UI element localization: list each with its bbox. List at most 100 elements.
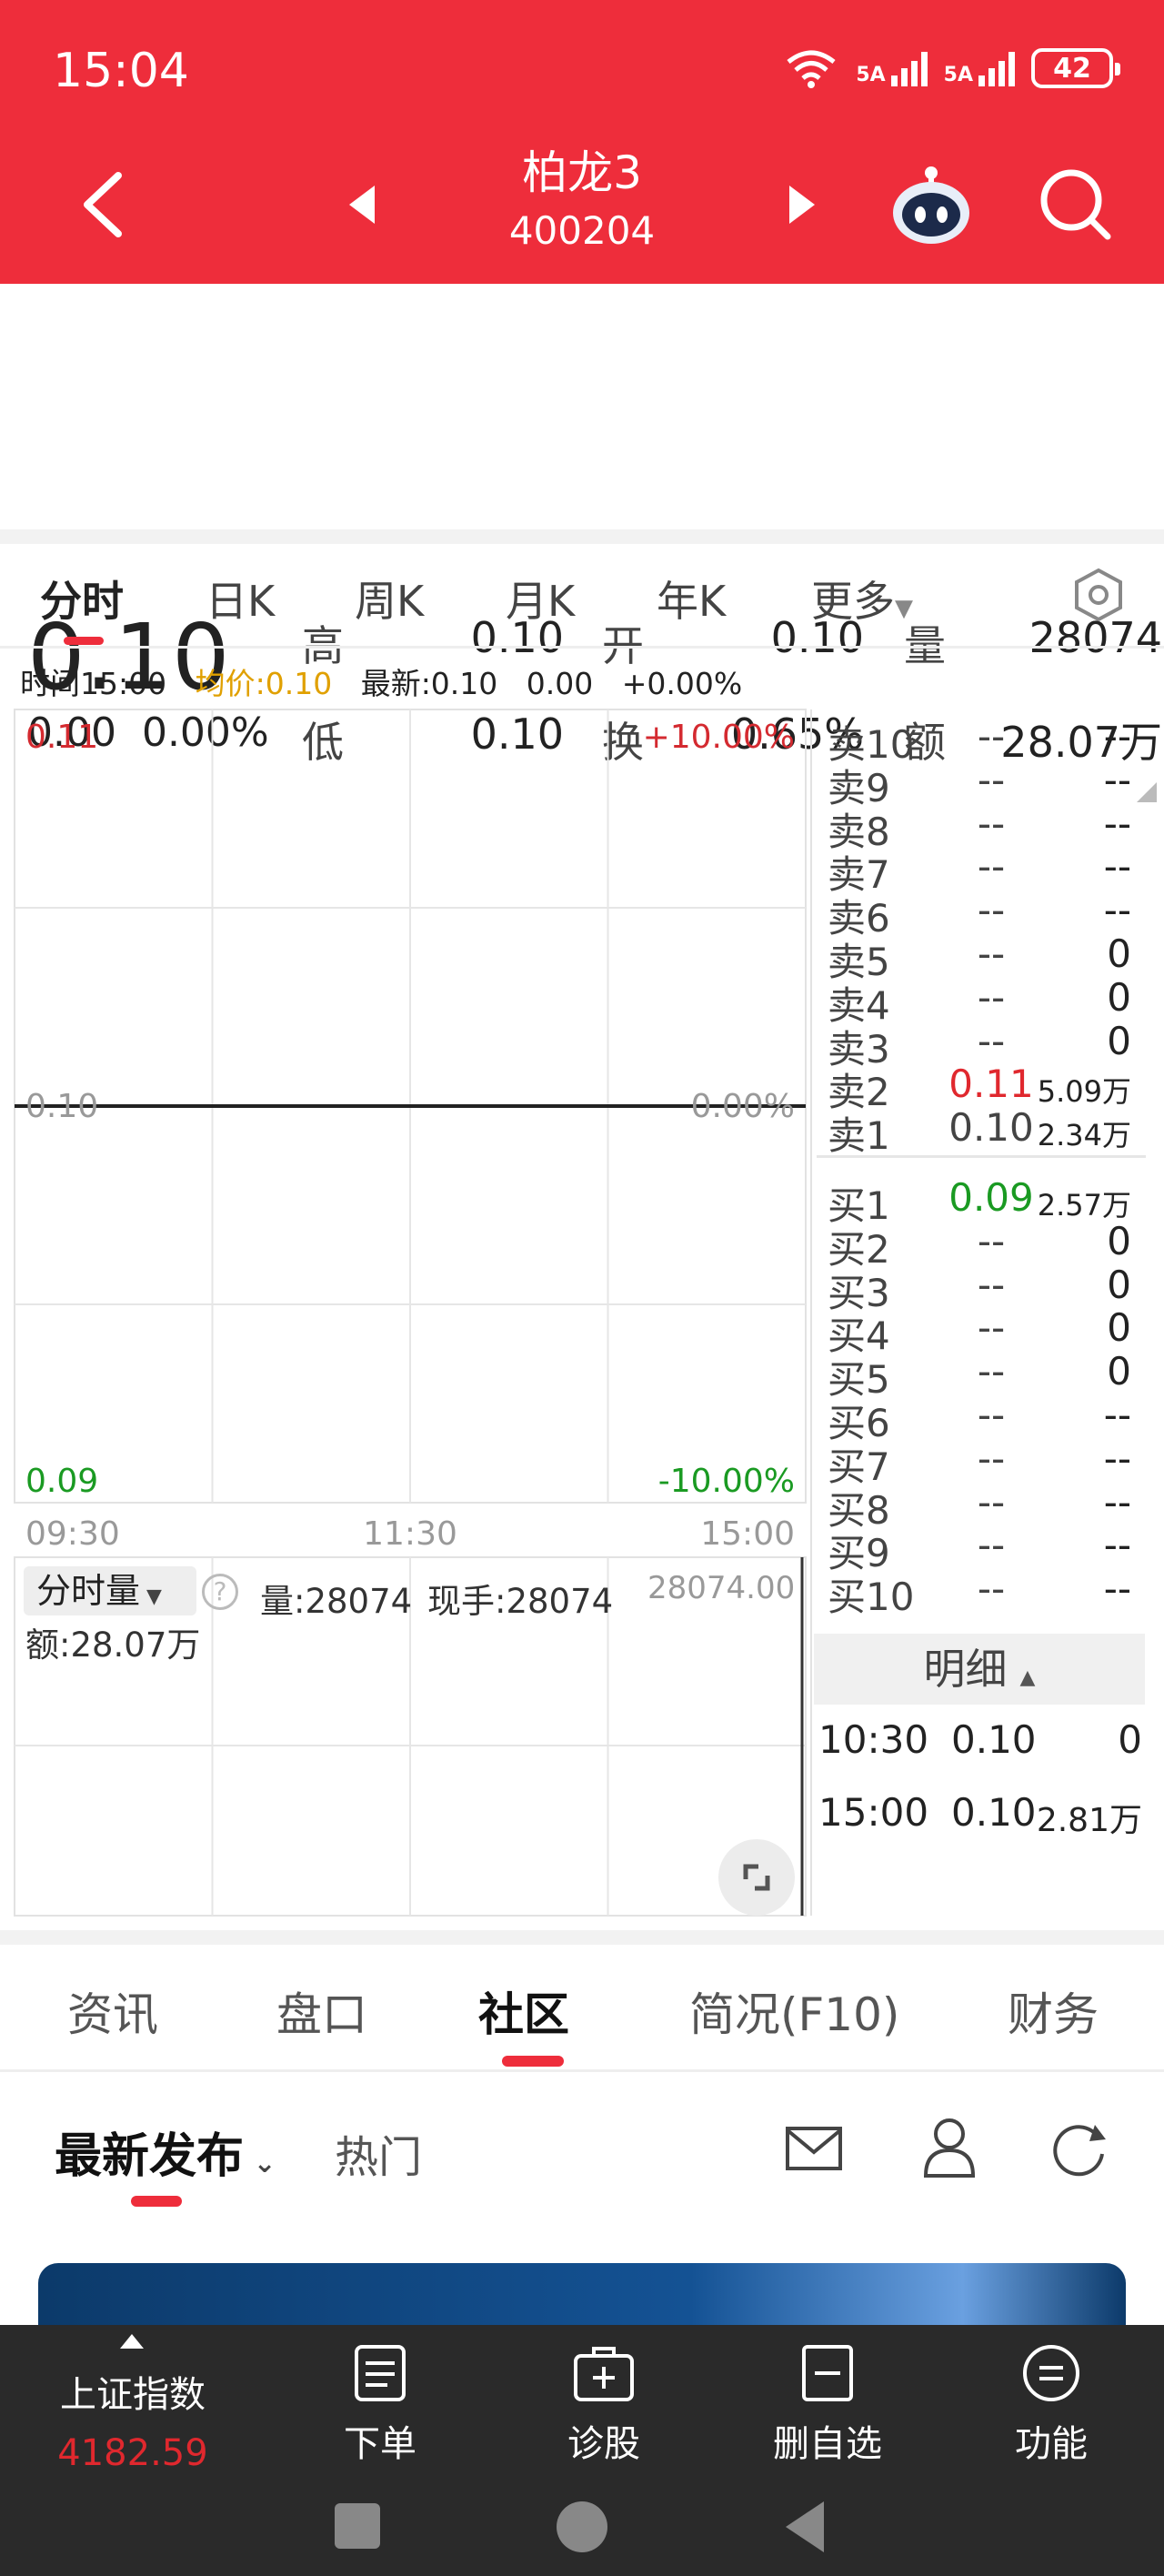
divider	[0, 1930, 1164, 1945]
order-price: --	[977, 1262, 1006, 1307]
active-subtab-indicator	[131, 2196, 182, 2207]
detail-price: 0.10	[951, 1717, 1037, 1762]
buy-order-row: 买9 -- --	[828, 1523, 1137, 1575]
recent-apps-button[interactable]	[335, 2503, 380, 2549]
order-volume: --	[1103, 757, 1131, 802]
order-level-label: 卖1	[828, 1113, 890, 1159]
volume-max-label: 28074.00	[647, 1570, 796, 1606]
tab-finance[interactable]: 财务	[1008, 1978, 1099, 2044]
fullscreen-button[interactable]	[718, 1839, 795, 1916]
order-price: --	[977, 1218, 1006, 1263]
index-name[interactable]: 上证指数	[42, 2365, 224, 2418]
order-volume: --	[1103, 800, 1131, 846]
divider	[0, 529, 1164, 544]
order-price: --	[977, 1435, 1006, 1481]
hot-posts-tab[interactable]: 热门	[335, 2121, 422, 2185]
order-button[interactable]: 下单	[289, 2343, 471, 2467]
buy-order-row: 买1 0.09 2.57万	[828, 1175, 1137, 1228]
order-volume: 0	[1107, 931, 1131, 976]
order-price: --	[977, 714, 1006, 759]
order-price: 0.10	[948, 1105, 1034, 1151]
sell-order-row: 卖1 0.10 2.34万	[828, 1105, 1137, 1158]
order-price: --	[977, 800, 1006, 846]
stock-code: 400204	[508, 208, 656, 253]
buy-order-row: 买4 -- 0	[828, 1305, 1137, 1358]
settings-hex-icon[interactable]	[1071, 568, 1126, 622]
sell-order-row: 卖3 -- 0	[828, 1018, 1137, 1072]
search-icon[interactable]	[1037, 166, 1113, 242]
buy-order-row: 买10 -- --	[828, 1566, 1137, 1619]
status-icons: 5A 5A 42	[783, 47, 1120, 89]
sell-order-row: 卖8 -- --	[828, 800, 1137, 854]
remove-watchlist-button[interactable]: 删自选	[737, 2343, 918, 2467]
order-book-divider	[817, 1155, 1146, 1158]
order-price: --	[977, 1349, 1006, 1394]
order-level-label: 买10	[828, 1575, 915, 1620]
volume-indicator-select[interactable]: 分时量 ▼	[24, 1566, 196, 1615]
amount-text: 额:28.07万	[25, 1625, 201, 1665]
volume-text: 量:28074	[260, 1582, 413, 1621]
tab-news[interactable]: 资讯	[67, 1978, 158, 2044]
buy-order-row: 买5 -- 0	[828, 1349, 1137, 1402]
order-volume: --	[1103, 1566, 1131, 1612]
home-button[interactable]	[557, 2501, 607, 2552]
expand-up-icon[interactable]	[118, 2332, 146, 2350]
dropdown-arrow-icon: ▼	[895, 595, 913, 622]
order-volume: 0	[1107, 1349, 1131, 1394]
order-price: 0.11	[948, 1062, 1034, 1107]
tab-market-depth[interactable]: 盘口	[276, 1978, 367, 2044]
sell-order-row: 卖9 -- --	[828, 757, 1137, 810]
tab-community[interactable]: 社区	[478, 1978, 569, 2044]
order-form-icon	[355, 2345, 406, 2401]
order-price: --	[977, 1018, 1006, 1063]
tab-more[interactable]: 更多▼	[811, 569, 913, 629]
index-value: 4182.59	[57, 2432, 208, 2474]
sell-order-row: 卖6 -- --	[828, 888, 1137, 941]
refresh-icon[interactable]	[1049, 2118, 1109, 2178]
sell-order-row: 卖4 -- 0	[828, 975, 1137, 1028]
diagnose-button[interactable]: 诊股	[513, 2343, 695, 2467]
remove-icon	[802, 2345, 853, 2401]
signal-bars-icon	[890, 50, 928, 86]
diagnose-icon	[574, 2347, 634, 2401]
order-volume: --	[1103, 888, 1131, 933]
order-price: --	[977, 1479, 1006, 1524]
wifi-icon	[787, 50, 836, 88]
y-label-left: 0.09	[25, 1463, 98, 1500]
order-price: --	[977, 757, 1006, 802]
tab-intraday[interactable]: 分时	[40, 569, 124, 629]
tab-profile-f10[interactable]: 简况(F10)	[689, 1978, 899, 2044]
order-price: --	[977, 1566, 1006, 1612]
sell-order-row: 卖5 -- 0	[828, 931, 1137, 984]
system-back-icon[interactable]	[782, 2500, 828, 2554]
order-volume: 0	[1107, 1018, 1131, 1063]
menu-circle-icon	[1023, 2345, 1079, 2401]
y-label-left: 0.10	[25, 1088, 98, 1125]
tab-monthly-k[interactable]: 月K	[506, 569, 575, 629]
functions-button[interactable]: 功能	[960, 2343, 1142, 2467]
buy-order-row: 买7 -- --	[828, 1435, 1137, 1489]
dropdown-arrow-icon: ▼	[140, 1585, 162, 1608]
tab-weekly-k[interactable]: 周K	[355, 569, 424, 629]
order-price: 0.09	[948, 1175, 1034, 1220]
chevron-down-icon: ⌄	[244, 2148, 276, 2179]
status-time: 15:04	[53, 44, 189, 98]
mail-icon[interactable]	[784, 2121, 844, 2176]
current-hand-text: 现手:28074	[427, 1582, 614, 1621]
order-volume: 0	[1107, 1305, 1131, 1351]
latest-posts-tab[interactable]: 最新发布 ⌄	[55, 2118, 276, 2186]
detail-header[interactable]: 明细 ▲	[814, 1634, 1145, 1705]
user-icon[interactable]	[920, 2116, 978, 2179]
buy-order-row: 买8 -- --	[828, 1479, 1137, 1533]
robot-assistant-icon[interactable]	[888, 162, 975, 249]
signal-bars-icon	[978, 50, 1015, 86]
help-icon[interactable]: ?	[202, 1574, 238, 1610]
tab-daily-k[interactable]: 日K	[206, 569, 275, 629]
order-volume: --	[1103, 1479, 1131, 1524]
quote-panel: 0.10 0.00 0.00% 高 0.10 开 0.10 量 28074 低 …	[0, 284, 1164, 802]
next-stock-icon[interactable]	[786, 182, 818, 227]
buy-order-row: 买2 -- 0	[828, 1218, 1137, 1272]
stock-title: 柏龙3 400204	[0, 146, 1164, 257]
tab-yearly-k[interactable]: 年K	[657, 569, 726, 629]
order-volume: 0	[1107, 1262, 1131, 1307]
